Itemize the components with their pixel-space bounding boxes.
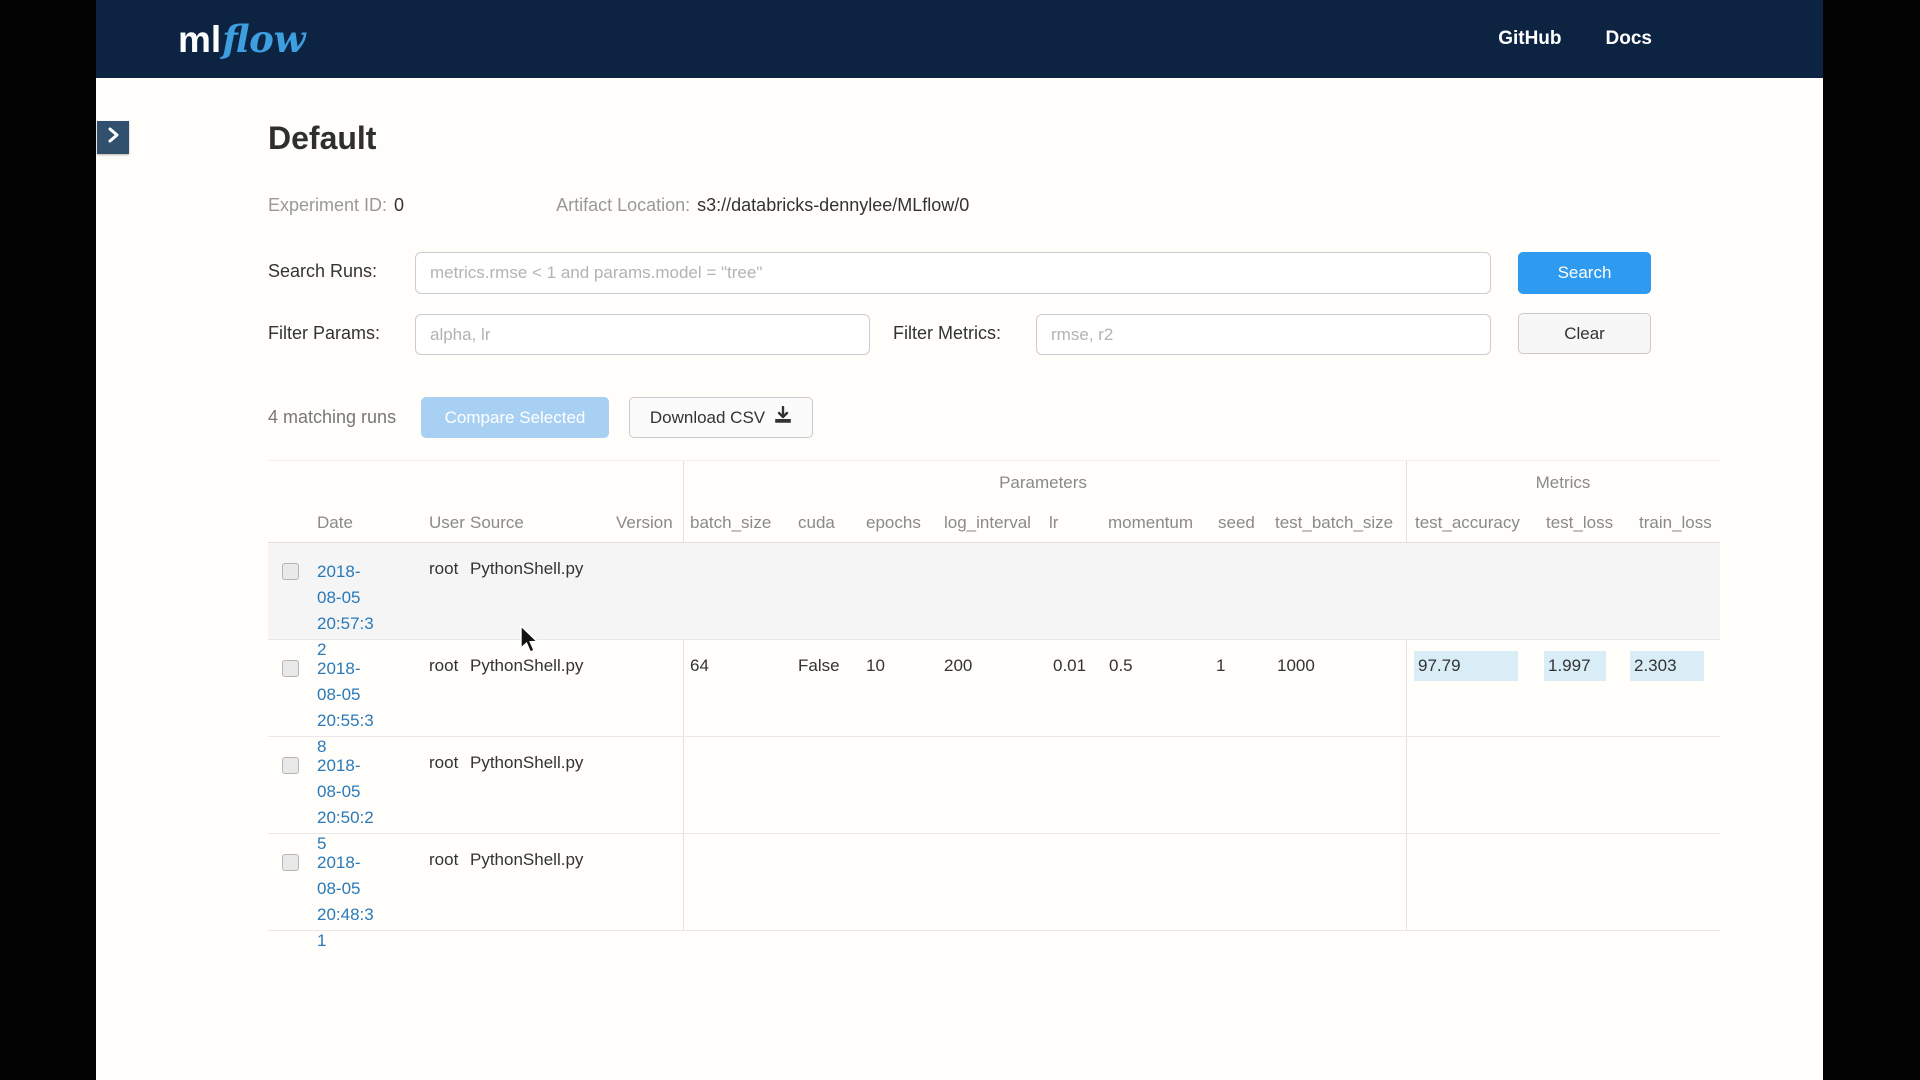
metric-train-loss: 2.303 [1630,651,1704,681]
metric-test-loss: 1.997 [1544,651,1606,681]
col-header-cuda[interactable]: cuda [798,513,835,533]
logo-flow-text: flow [222,17,306,61]
filter-metrics-label: Filter Metrics: [893,323,1001,343]
search-runs-input[interactable] [415,252,1491,294]
run-checkbox[interactable] [282,563,299,580]
param-seed: 1 [1216,656,1226,675]
content-area: Default Experiment ID: 0 Artifact Locati… [96,78,1823,1080]
experiment-meta: Experiment ID: 0 Artifact Location: s3:/… [268,195,1720,216]
col-header-date[interactable]: Date [317,513,353,533]
mlflow-logo[interactable]: ml flow [178,17,306,61]
run-source: PythonShell.py [470,656,584,675]
param-epochs: 10 [866,656,885,675]
group-header-parameters: Parameters [999,473,1087,492]
runs-actions-row: 4 matching runs Compare Selected Downloa… [268,397,1720,438]
top-navbar: ml flow GitHub Docs [96,0,1823,78]
run-row-2: 2018-08-05 20:55:38 root PythonShell.py … [268,640,1720,756]
page-title: Default [268,120,377,156]
search-runs-label: Search Runs: [268,261,378,281]
param-cuda: False [798,656,840,675]
param-batch-size: 64 [690,656,709,675]
screen: ml flow GitHub Docs Default Experiment ID… [0,0,1920,1080]
logo-ml-text: ml [178,19,222,60]
artifact-location-value: s3://databricks-dennylee/MLflow/0 [697,195,970,215]
col-header-train-loss[interactable]: train_loss [1639,513,1712,533]
search-runs-row: Search Runs: Search [268,252,1720,294]
col-header-version[interactable]: Version [616,513,673,533]
download-icon [774,405,792,429]
run-source: PythonShell.py [470,850,584,869]
run-user: root [429,850,459,869]
nav-link-docs[interactable]: Docs [1606,28,1652,50]
experiment-id-label: Experiment ID: [268,195,388,215]
runs-table: Parameters Metrics Date User Source Vers… [268,460,1720,950]
col-header-log-interval[interactable]: log_interval [944,513,1031,533]
run-row-3: 2018-08-05 20:50:25 root PythonShell.py [268,737,1720,853]
run-row-4: 2018-08-05 20:48:31 root PythonShell.py [268,834,1720,950]
table-header: Parameters Metrics Date User Source Vers… [268,461,1720,543]
filter-params-label: Filter Params: [268,323,381,343]
run-user: root [429,656,459,675]
chevron-right-icon [106,127,120,148]
metric-test-accuracy: 97.79 [1414,651,1518,681]
run-checkbox[interactable] [282,854,299,871]
run-user: root [429,559,459,578]
run-date-link[interactable]: 2018-08-05 20:48:31 [317,853,374,950]
download-csv-label: Download CSV [649,407,766,427]
col-header-source[interactable]: Source [470,513,524,533]
col-header-lr[interactable]: lr [1049,513,1058,533]
run-source: PythonShell.py [470,753,584,772]
experiment-page: Default Experiment ID: 0 Artifact Locati… [268,78,1720,950]
col-header-seed[interactable]: seed [1218,513,1255,533]
sidebar-expand-button[interactable] [97,121,129,154]
filter-params-input[interactable] [415,314,870,355]
param-momentum: 0.5 [1109,656,1133,675]
col-header-epochs[interactable]: epochs [866,513,921,533]
col-header-test-batch-size[interactable]: test_batch_size [1275,513,1393,533]
run-checkbox[interactable] [282,757,299,774]
run-checkbox[interactable] [282,660,299,677]
col-header-momentum[interactable]: momentum [1108,513,1193,533]
clear-button[interactable]: Clear [1518,313,1651,354]
filter-row: Filter Params: Filter Metrics: Clear [268,313,1720,355]
navbar-links: GitHub Docs [1498,28,1652,50]
run-source: PythonShell.py [470,559,584,578]
artifact-location-label: Artifact Location: [556,195,691,215]
group-header-metrics: Metrics [1535,473,1591,492]
compare-selected-button[interactable]: Compare Selected [421,397,609,438]
right-black-bar [1823,0,1920,1080]
param-lr: 0.01 [1053,656,1087,675]
col-header-batch-size[interactable]: batch_size [690,513,771,533]
col-header-test-loss[interactable]: test_loss [1546,513,1613,533]
param-log-interval: 200 [944,656,973,675]
nav-link-github[interactable]: GitHub [1498,28,1561,50]
download-csv-button[interactable]: Download CSV [629,397,813,438]
experiment-id-value: 0 [394,195,405,215]
search-button[interactable]: Search [1518,252,1651,294]
run-user: root [429,753,459,772]
col-header-user[interactable]: User [429,513,465,533]
col-header-test-accuracy[interactable]: test_accuracy [1415,513,1520,533]
run-row-1: 2018-08-05 20:57:32 root PythonShell.py [268,543,1720,659]
matching-runs-count: 4 matching runs [268,407,397,427]
filter-metrics-input[interactable] [1036,314,1491,355]
param-test-batch-size: 1000 [1277,656,1315,675]
left-black-bar [0,0,96,1080]
